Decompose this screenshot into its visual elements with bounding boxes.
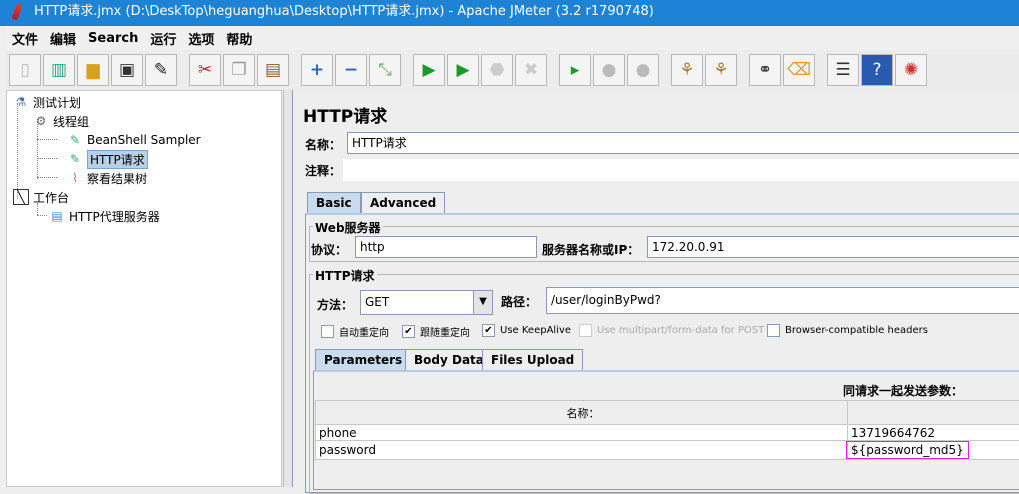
title-bar: HTTP请求.jmx (D:\DeskTop\heguanghua\Deskto… [0,0,1019,26]
copy-icon[interactable]: ❐ [223,54,255,86]
tab-basic[interactable]: Basic [307,192,361,214]
shutdown-icon[interactable]: ✖ [515,54,547,86]
tree-item-http-request[interactable]: ✎HTTP请求 [67,150,148,168]
help-icon[interactable]: ? [861,54,893,86]
window-title: HTTP请求.jmx (D:\DeskTop\heguanghua\Deskto… [34,4,654,19]
clear-all-icon[interactable]: ⚘ [705,54,737,86]
name-input[interactable]: HTTP请求 [347,132,1019,154]
start-no-pause-icon[interactable]: ▶ [447,54,479,86]
param-value[interactable]: 13719664762 [848,425,1019,441]
auto-redirect-checkbox[interactable]: 自动重定向 [321,324,389,339]
tree-item-thread-group[interactable]: ⚙线程组 [33,112,89,130]
menu-edit[interactable]: 编辑 [44,29,82,48]
new-icon[interactable]: ▯ [9,54,41,86]
log-icon[interactable]: ✺ [895,54,927,86]
comment-input[interactable] [343,159,1019,181]
param-value[interactable]: ${password_md5} [846,441,969,459]
table-row[interactable]: phone13719664762 [316,425,1019,441]
param-name[interactable]: phone [316,425,848,441]
param-name[interactable]: password [316,441,848,460]
open-icon[interactable]: ▆ [77,54,109,86]
pipette-icon: ✎ [67,151,83,167]
function-helper-icon[interactable]: ☰ [827,54,859,86]
expand-icon[interactable]: + [301,54,333,86]
stop-icon[interactable]: ⬣ [481,54,513,86]
remote-shutdown-icon[interactable]: ● [627,54,659,86]
menu-options[interactable]: 选项 [182,29,220,48]
clear-icon[interactable]: ⚘ [671,54,703,86]
tab-files-upload[interactable]: Files Upload [482,349,583,371]
remote-stop-icon[interactable]: ● [593,54,625,86]
http-request-panel: HTTP请求 名称： HTTP请求 注释： Basic Advanced Web… [292,90,1019,487]
test-plan-tree: ⚗测试计划 ⚙线程组 ✎BeanShell Sampler ✎HTTP请求 ⌇察… [6,90,282,487]
collapse-icon[interactable]: − [335,54,367,86]
column-header-value [848,401,1019,425]
remote-start-icon[interactable]: ▸ [559,54,591,86]
cut-icon[interactable]: ✂ [189,54,221,86]
web-server-legend: Web服务器 [313,219,383,236]
chevron-down-icon[interactable]: ▼ [473,290,493,315]
test-plan-icon: ⚗ [13,94,29,110]
panel-title: HTTP请求 [303,102,387,127]
name-label: 名称： [305,136,341,153]
toolbar: ▯ ▥ ▆ ▣ ✎ ✂ ❐ ▤ + − ⤡ ▶ ▶ ⬣ ✖ ▸ ● ● ⚘ ⚘ … [6,50,1019,90]
menu-search[interactable]: Search [82,31,144,46]
keepalive-checkbox[interactable]: ✔Use KeepAlive [482,324,571,337]
tree-item-result-tree[interactable]: ⌇察看结果树 [67,169,147,187]
browser-headers-checkbox[interactable]: Browser-compatible headers [767,324,928,337]
server-label: 服务器名称或IP： [542,241,639,258]
start-icon[interactable]: ▶ [413,54,445,86]
tree-item-test-plan[interactable]: ⚗测试计划 [13,93,81,111]
protocol-label: 协议： [311,241,347,258]
workbench-icon: ╲ [13,189,29,205]
method-select[interactable]: GET [360,290,474,315]
tree-item-beanshell[interactable]: ✎BeanShell Sampler [67,131,201,149]
reset-search-icon[interactable]: ⌫ [783,54,815,86]
path-label: 路径： [501,293,537,310]
save-icon[interactable]: ▣ [111,54,143,86]
comment-label: 注释： [305,162,341,179]
protocol-input[interactable]: http [355,236,537,258]
split-pane-divider[interactable] [283,90,292,487]
method-label: 方法： [317,296,353,313]
open-templates-icon[interactable]: ▥ [43,54,75,86]
pipette-icon: ✎ [67,132,83,148]
params-title: 同请求一起发送参数： [843,382,963,399]
tab-body-data[interactable]: Body Data [405,349,493,371]
gear-icon: ⚙ [33,113,49,129]
tab-parameters[interactable]: Parameters [315,349,411,371]
param-value-cell[interactable]: ${password_md5} [848,441,1019,460]
menu-file[interactable]: 文件 [6,29,44,48]
toggle-icon[interactable]: ⤡ [369,54,401,86]
multipart-checkbox[interactable]: Use multipart/form-data for POST [579,324,764,337]
chart-icon: ⌇ [67,170,83,186]
parameters-table: 名称： phone13719664762 password${password_… [315,400,1019,460]
save-as-icon[interactable]: ✎ [145,54,177,86]
server-input[interactable]: 172.20.0.91 [647,236,1019,258]
tree-item-workbench[interactable]: ╲工作台 [13,188,69,206]
tree-item-proxy[interactable]: ▤HTTP代理服务器 [49,207,160,225]
follow-redirect-checkbox[interactable]: ✔跟随重定向 [402,324,470,339]
menu-run[interactable]: 运行 [144,29,182,48]
http-request-legend: HTTP请求 [313,267,377,284]
paste-icon[interactable]: ▤ [257,54,289,86]
proxy-icon: ▤ [49,208,65,224]
column-header-name: 名称： [316,401,848,425]
path-input[interactable]: /user/loginByPwd? [546,287,1019,314]
search-icon[interactable]: ⚭ [749,54,781,86]
table-row[interactable]: password${password_md5} [316,441,1019,460]
tab-advanced[interactable]: Advanced [361,192,445,214]
menu-bar: 文件 编辑 Search 运行 选项 帮助 [6,26,1019,50]
jmeter-logo-icon [11,3,22,20]
menu-help[interactable]: 帮助 [220,29,258,48]
